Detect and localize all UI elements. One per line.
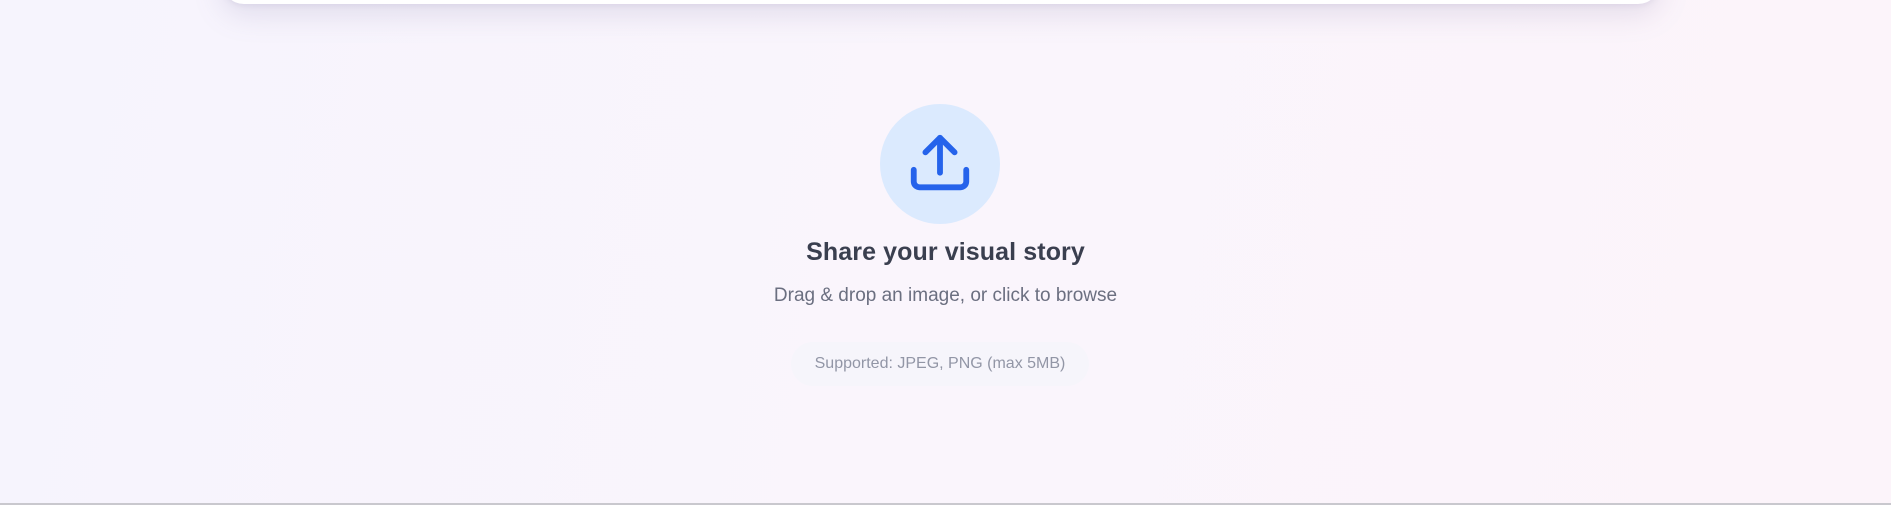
supported-formats-badge: Supported: JPEG, PNG (max 5MB): [791, 342, 1089, 386]
upload-icon: [910, 134, 970, 191]
upload-title: Share your visual story: [806, 238, 1085, 266]
upload-icon-circle: [880, 104, 1000, 224]
image-upload-dropzone[interactable]: Share your visual story Drag & drop an i…: [0, 0, 1891, 500]
upload-instructions: Drag & drop an image, or click to browse: [773, 285, 1118, 306]
